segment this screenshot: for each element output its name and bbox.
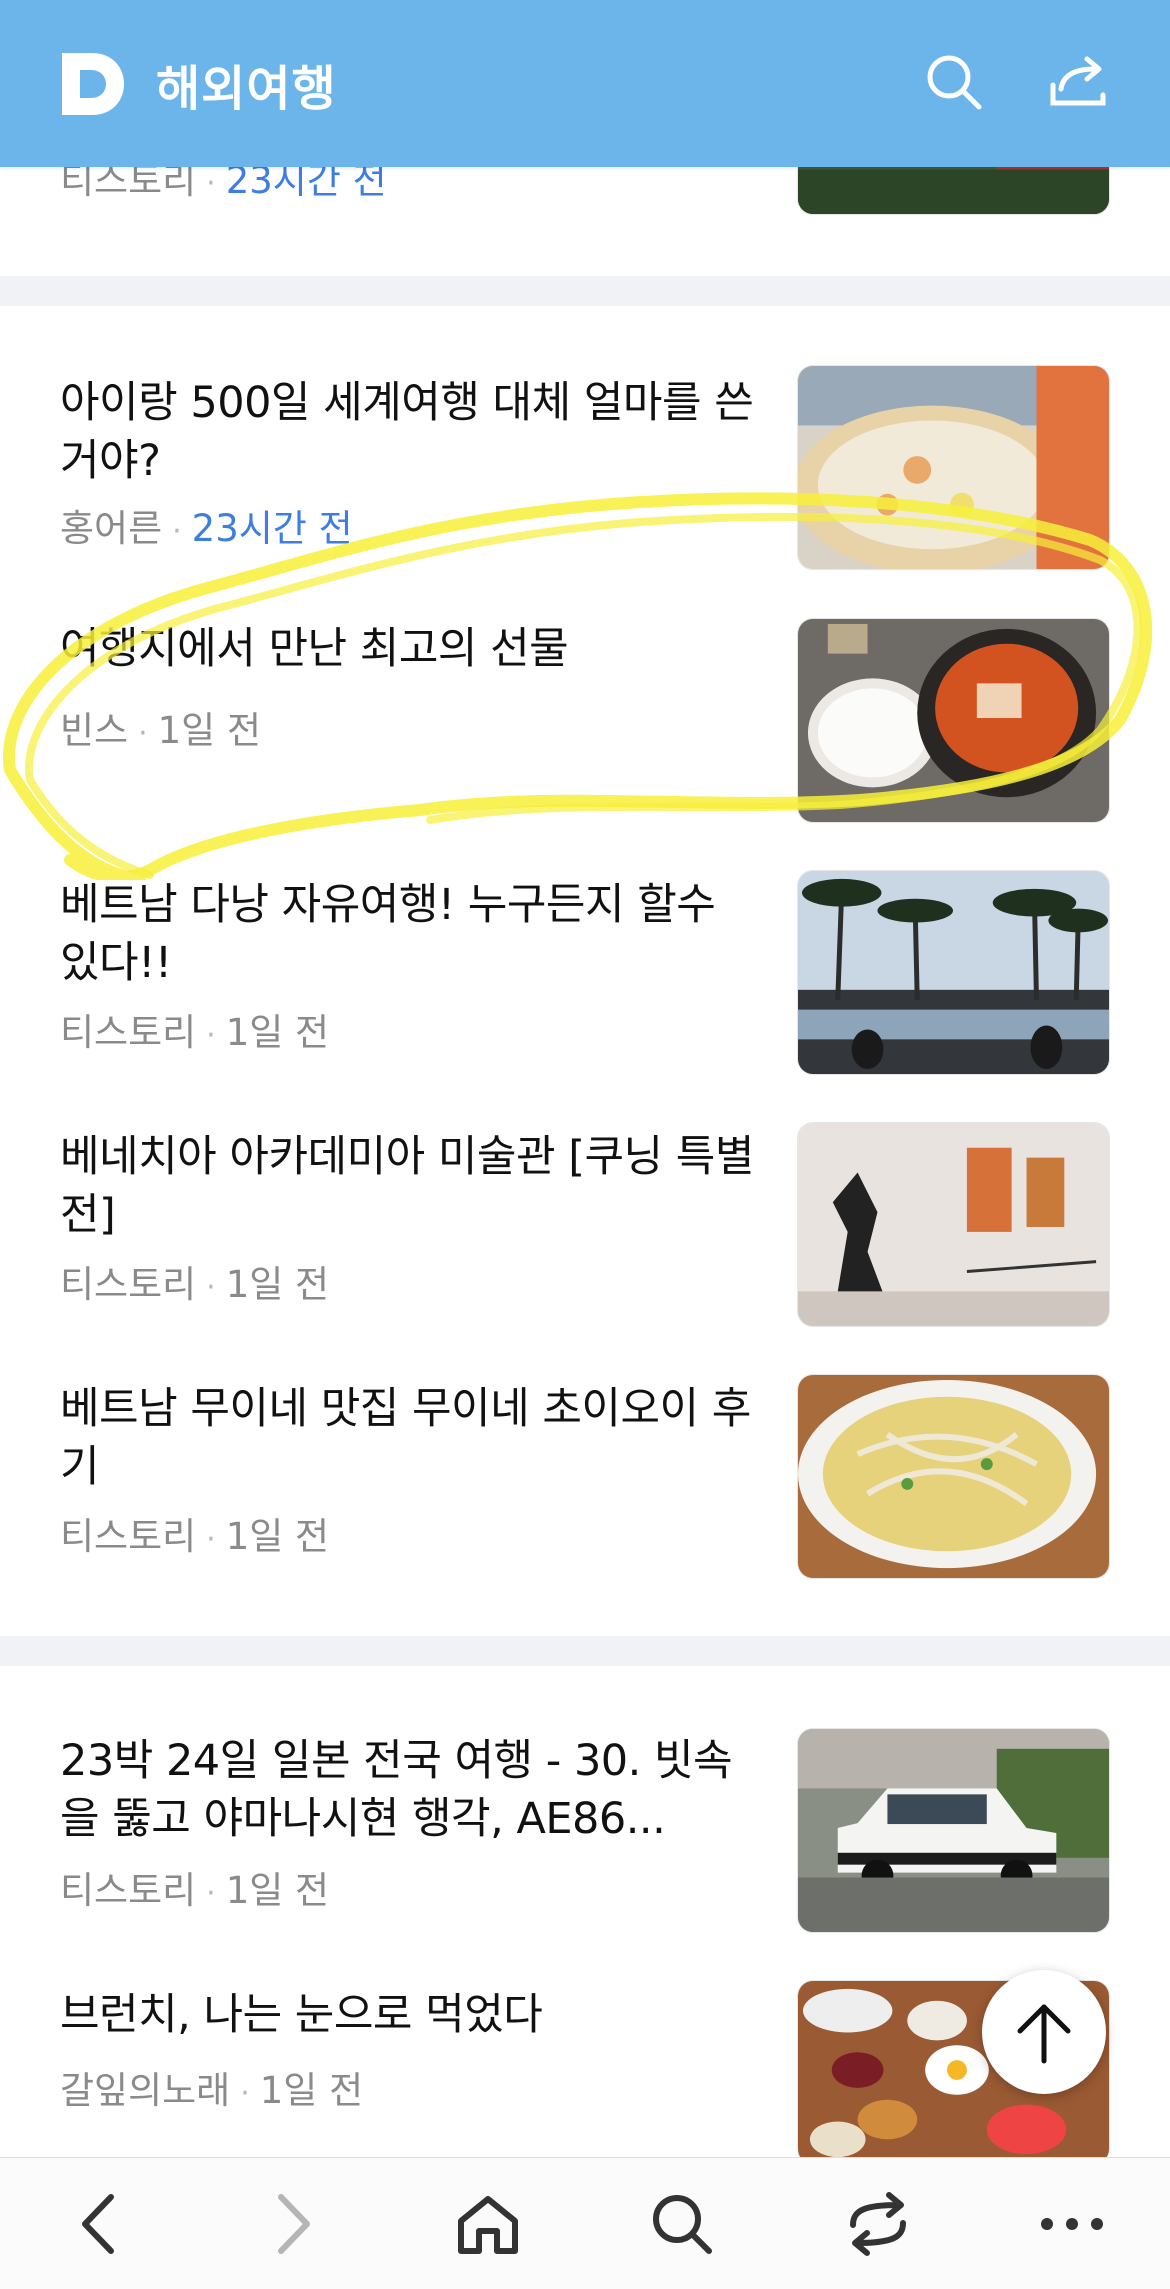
item-title[interactable]: 아이랑 500일 세계여행 대체 얼마를 쓴거야? — [60, 374, 760, 490]
page-title: 해외여행 — [156, 60, 337, 117]
item-thumbnail-stew[interactable] — [797, 618, 1110, 823]
list-item[interactable]: 베네치아 아카데미아 미술관 [쿠닝 특별전] 티스토리 · 1일 전 — [0, 1114, 1170, 1334]
item-meta: 빈스 · 1일 전 — [60, 700, 261, 754]
meta-separator: · — [240, 2076, 250, 2111]
item-meta: 갈잎의노래 · 1일 전 — [60, 2060, 363, 2114]
meta-separator: · — [172, 514, 182, 549]
item-title[interactable]: 브런치, 나는 눈으로 먹었다 — [60, 1986, 760, 2044]
item-title[interactable]: 23박 24일 일본 전국 여행 - 30. 빗속을 뚫고 야마나시현 행각, … — [60, 1732, 760, 1848]
item-source: 티스토리 — [60, 1869, 197, 1912]
item-time: 1일 전 — [225, 1515, 330, 1558]
page: 해외여행 티스토리 · 23시간 전 아이랑 500일 세계여행 대체 얼마를 쓴거… — [0, 0, 1170, 2289]
item-title[interactable]: 여행지에서 만난 최고의 선물 — [60, 620, 760, 678]
meta-separator: · — [206, 1522, 216, 1557]
item-meta: 홍어른 · 23시간 전 — [60, 498, 353, 552]
share-icon[interactable] — [1046, 50, 1110, 114]
item-time: 1일 전 — [157, 709, 262, 752]
item-thumbnail-car[interactable] — [797, 1728, 1110, 1933]
item-thumbnail-pizza[interactable] — [797, 365, 1110, 570]
item-source: 티스토리 — [60, 1515, 197, 1558]
chevron-right-icon — [278, 2194, 310, 2254]
meta-separator: · — [206, 166, 216, 201]
item-time: 1일 전 — [225, 1869, 330, 1912]
back-button[interactable] — [60, 2186, 136, 2262]
share-button[interactable] — [840, 2186, 916, 2262]
search-icon — [653, 2195, 712, 2254]
meta-separator: · — [206, 1876, 216, 1911]
more-button[interactable] — [1034, 2186, 1110, 2262]
item-source: 홍어른 — [60, 507, 163, 550]
item-meta: 티스토리 · 1일 전 — [60, 1860, 329, 1914]
chevron-left-icon — [82, 2194, 114, 2254]
meta-separator: · — [138, 716, 148, 751]
app-header: 해외여행 — [0, 0, 1170, 167]
daum-logo[interactable] — [58, 49, 128, 119]
item-title[interactable]: 베트남 다낭 자유여행! 누구든지 할수 있다!! — [60, 876, 760, 992]
browser-toolbar — [0, 2157, 1170, 2289]
item-meta: 티스토리 · 1일 전 — [60, 1002, 329, 1056]
search-icon[interactable] — [922, 50, 986, 114]
item-thumbnail-pancake[interactable] — [797, 1374, 1110, 1579]
item-meta: 티스토리 · 1일 전 — [60, 1506, 329, 1560]
list-item[interactable]: 여행지에서 만난 최고의 선물 빈스 · 1일 전 — [0, 610, 1170, 830]
meta-separator: · — [206, 1018, 216, 1053]
item-source: 갈잎의노래 — [60, 2069, 231, 2112]
item-title[interactable]: 베트남 무이네 맛집 무이네 초이오이 후기 — [60, 1380, 760, 1496]
list-item[interactable]: 베트남 다낭 자유여행! 누구든지 할수 있다!! 티스토리 · 1일 전 — [0, 862, 1170, 1082]
share-icon — [850, 2192, 906, 2256]
section-divider — [0, 276, 1170, 306]
item-source: 티스토리 — [60, 1263, 197, 1306]
item-time: 23시간 전 — [191, 507, 353, 550]
arrow-up-icon — [1017, 2004, 1071, 2064]
more-icon — [1041, 2218, 1103, 2230]
item-source: 티스토리 — [60, 1011, 197, 1054]
list-item[interactable]: 23박 24일 일본 전국 여행 - 30. 빗속을 뚫고 야마나시현 행각, … — [0, 1720, 1170, 1940]
item-title[interactable]: 베네치아 아카데미아 미술관 [쿠닝 특별전] — [60, 1128, 760, 1244]
item-thumbnail-museum[interactable] — [797, 1122, 1110, 1327]
section-divider — [0, 1636, 1170, 1666]
home-icon — [458, 2196, 518, 2254]
item-meta: 티스토리 · 1일 전 — [60, 1254, 329, 1308]
home-button[interactable] — [450, 2186, 526, 2262]
scroll-top-button[interactable] — [982, 1970, 1106, 2094]
item-time: 1일 전 — [225, 1011, 330, 1054]
item-source: 빈스 — [60, 709, 129, 752]
item-time: 1일 전 — [259, 2069, 364, 2112]
search-button[interactable] — [644, 2186, 720, 2262]
list-item[interactable]: 아이랑 500일 세계여행 대체 얼마를 쓴거야? 홍어른 · 23시간 전 — [0, 358, 1170, 578]
forward-button[interactable] — [256, 2186, 332, 2262]
item-time: 1일 전 — [225, 1263, 330, 1306]
item-thumbnail-palms[interactable] — [797, 870, 1110, 1075]
list-item[interactable]: 베트남 무이네 맛집 무이네 초이오이 후기 티스토리 · 1일 전 — [0, 1366, 1170, 1586]
meta-separator: · — [206, 1270, 216, 1305]
